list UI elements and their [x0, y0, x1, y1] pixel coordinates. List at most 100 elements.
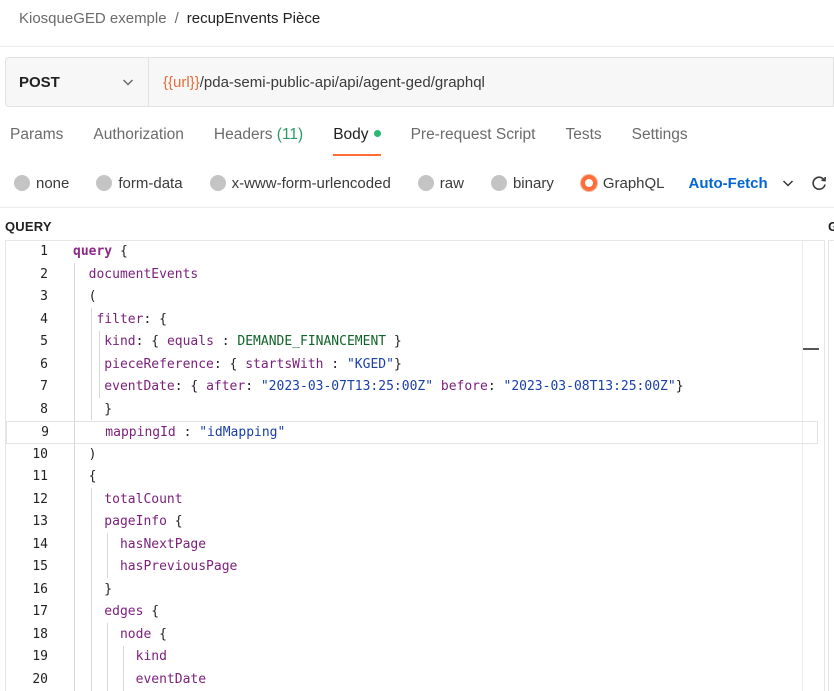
code-token: totalCount — [73, 491, 183, 507]
code-line[interactable]: 6 pieceReference: { startsWith : "KGED"} — [6, 354, 803, 377]
line-number: 14 — [32, 536, 48, 552]
radio-none[interactable]: none — [14, 175, 69, 192]
line-number: 18 — [32, 626, 48, 642]
code-line[interactable]: 16 } — [6, 579, 803, 602]
code-token: } — [393, 356, 402, 372]
body-type-options: none form-data x-www-form-urlencoded raw… — [14, 172, 828, 194]
code-text: eventDate: { after: "2023-03-07T13:25:00… — [73, 376, 683, 399]
radio-form-data[interactable]: form-data — [96, 175, 183, 192]
code-token: : — [175, 425, 200, 440]
code-token: } — [386, 334, 402, 349]
auto-fetch-dropdown[interactable]: Auto-Fetch — [689, 175, 796, 192]
line-number: 3 — [40, 289, 48, 304]
radio-binary[interactable]: binary — [490, 175, 554, 192]
code-token: hasNextPage — [73, 536, 207, 552]
query-pane-title: QUERY — [5, 219, 52, 234]
code-text: totalCount — [73, 489, 183, 512]
code-token: ) — [73, 446, 97, 462]
header-divider — [0, 46, 834, 47]
tab-tests[interactable]: Tests — [565, 126, 601, 156]
line-number: 17 — [32, 604, 48, 619]
code-token: : — [323, 356, 347, 372]
code-line[interactable]: 8 } — [6, 399, 803, 422]
code-token: ( — [73, 289, 97, 304]
code-line[interactable]: 15 hasPreviousPage — [6, 556, 803, 579]
tab-headers[interactable]: Headers (11) — [214, 126, 303, 156]
code-token: kind — [73, 649, 167, 664]
code-text: { — [73, 466, 97, 489]
code-token: { — [73, 469, 97, 484]
code-token: before — [440, 379, 488, 394]
code-line[interactable]: 13 pageInfo { — [6, 511, 803, 534]
method-label: POST — [19, 73, 60, 91]
request-tabs: Params Authorization Headers (11) Body P… — [10, 126, 718, 158]
code-token: : { — [174, 379, 207, 394]
refresh-icon[interactable] — [810, 174, 828, 192]
line-number: 20 — [32, 671, 48, 687]
code-line[interactable]: 20 eventDate — [6, 669, 803, 691]
code-token: equals — [166, 334, 214, 349]
line-number: 10 — [32, 446, 48, 462]
tab-authorization[interactable]: Authorization — [93, 126, 183, 156]
code-token: eventDate — [73, 379, 175, 394]
section-divider — [0, 207, 834, 208]
radio-selected-icon — [580, 175, 597, 191]
query-editor[interactable]: 1 query {2 documentEvents 3 (4 filter: {5 … — [5, 240, 825, 691]
code-token: hasPreviousPage — [73, 559, 238, 574]
radio-graphql[interactable]: GraphQL — [580, 175, 665, 192]
code-token: } — [73, 581, 113, 597]
code-token: "2023-03-07T13:25:00Z" — [260, 379, 434, 394]
tab-settings[interactable]: Settings — [632, 126, 688, 156]
headers-count: (11) — [276, 126, 304, 143]
code-text: ( — [73, 286, 97, 309]
code-line[interactable]: 2 documentEvents — [6, 264, 803, 287]
code-token: } — [73, 401, 113, 417]
breadcrumb-collection[interactable]: KiosqueGED exemple — [19, 10, 167, 27]
radio-circle-icon — [417, 175, 434, 191]
tab-pre-request-script[interactable]: Pre-request Script — [411, 126, 536, 156]
code-token: { — [143, 604, 160, 619]
code-token: : — [213, 334, 238, 349]
radio-raw[interactable]: raw — [417, 175, 464, 192]
code-line[interactable]: 12 totalCount — [6, 489, 803, 512]
code-line[interactable]: 3 ( — [6, 286, 803, 309]
code-line[interactable]: 18 node { — [6, 624, 803, 647]
code-text: } — [73, 579, 112, 602]
code-text: ) — [73, 444, 97, 467]
code-token: { — [151, 626, 167, 642]
breadcrumb-separator: / — [174, 9, 179, 27]
code-line[interactable]: 17 edges { — [6, 601, 803, 624]
code-token: DEMANDE_FINANCEMENT — [237, 334, 387, 349]
line-number: 15 — [32, 559, 48, 574]
code-line[interactable]: 1 query { — [6, 241, 803, 264]
code-token: edges — [73, 604, 144, 619]
code-line[interactable]: 7 eventDate: { after: "2023-03-07T13:25:… — [6, 376, 803, 399]
radio-circle-icon — [96, 175, 113, 191]
code-line[interactable]: 11 { — [6, 466, 803, 489]
code-token: : — [487, 379, 504, 394]
code-line[interactable]: 14 hasNextPage — [6, 534, 803, 557]
tab-body[interactable]: Body — [333, 126, 381, 156]
variables-pane[interactable] — [828, 240, 834, 691]
code-line[interactable]: 10 ) — [6, 444, 803, 467]
chevron-down-icon — [122, 79, 134, 86]
code-line[interactable]: 5 kind: { equals : DEMANDE_FINANCEMENT } — [6, 331, 803, 354]
code-token: : — [245, 379, 261, 394]
code-line[interactable]: 4 filter: { — [6, 309, 803, 332]
request-name[interactable]: recupEnvents Pièce — [187, 10, 320, 27]
line-number: 13 — [32, 514, 48, 529]
url-input[interactable]: {{url}}/pda-semi-public-api/api/agent-ge… — [148, 57, 834, 107]
radio-x-www-form-urlencoded[interactable]: x-www-form-urlencoded — [209, 175, 391, 192]
code-line[interactable]: 19 kind — [6, 646, 803, 669]
scrollbar-thumb[interactable] — [803, 348, 819, 350]
code-token: "idMapping" — [199, 425, 286, 440]
method-select[interactable]: POST — [5, 57, 148, 107]
tab-params[interactable]: Params — [10, 126, 63, 156]
code-text: documentEvents — [73, 264, 199, 287]
code-line[interactable]: 9 mappingId : "idMapping" — [6, 421, 818, 444]
line-number: 8 — [40, 401, 48, 417]
code-text: } — [73, 399, 112, 422]
line-number: 1 — [40, 244, 48, 259]
code-text: hasPreviousPage — [73, 556, 237, 579]
radio-circle-icon — [490, 175, 507, 191]
